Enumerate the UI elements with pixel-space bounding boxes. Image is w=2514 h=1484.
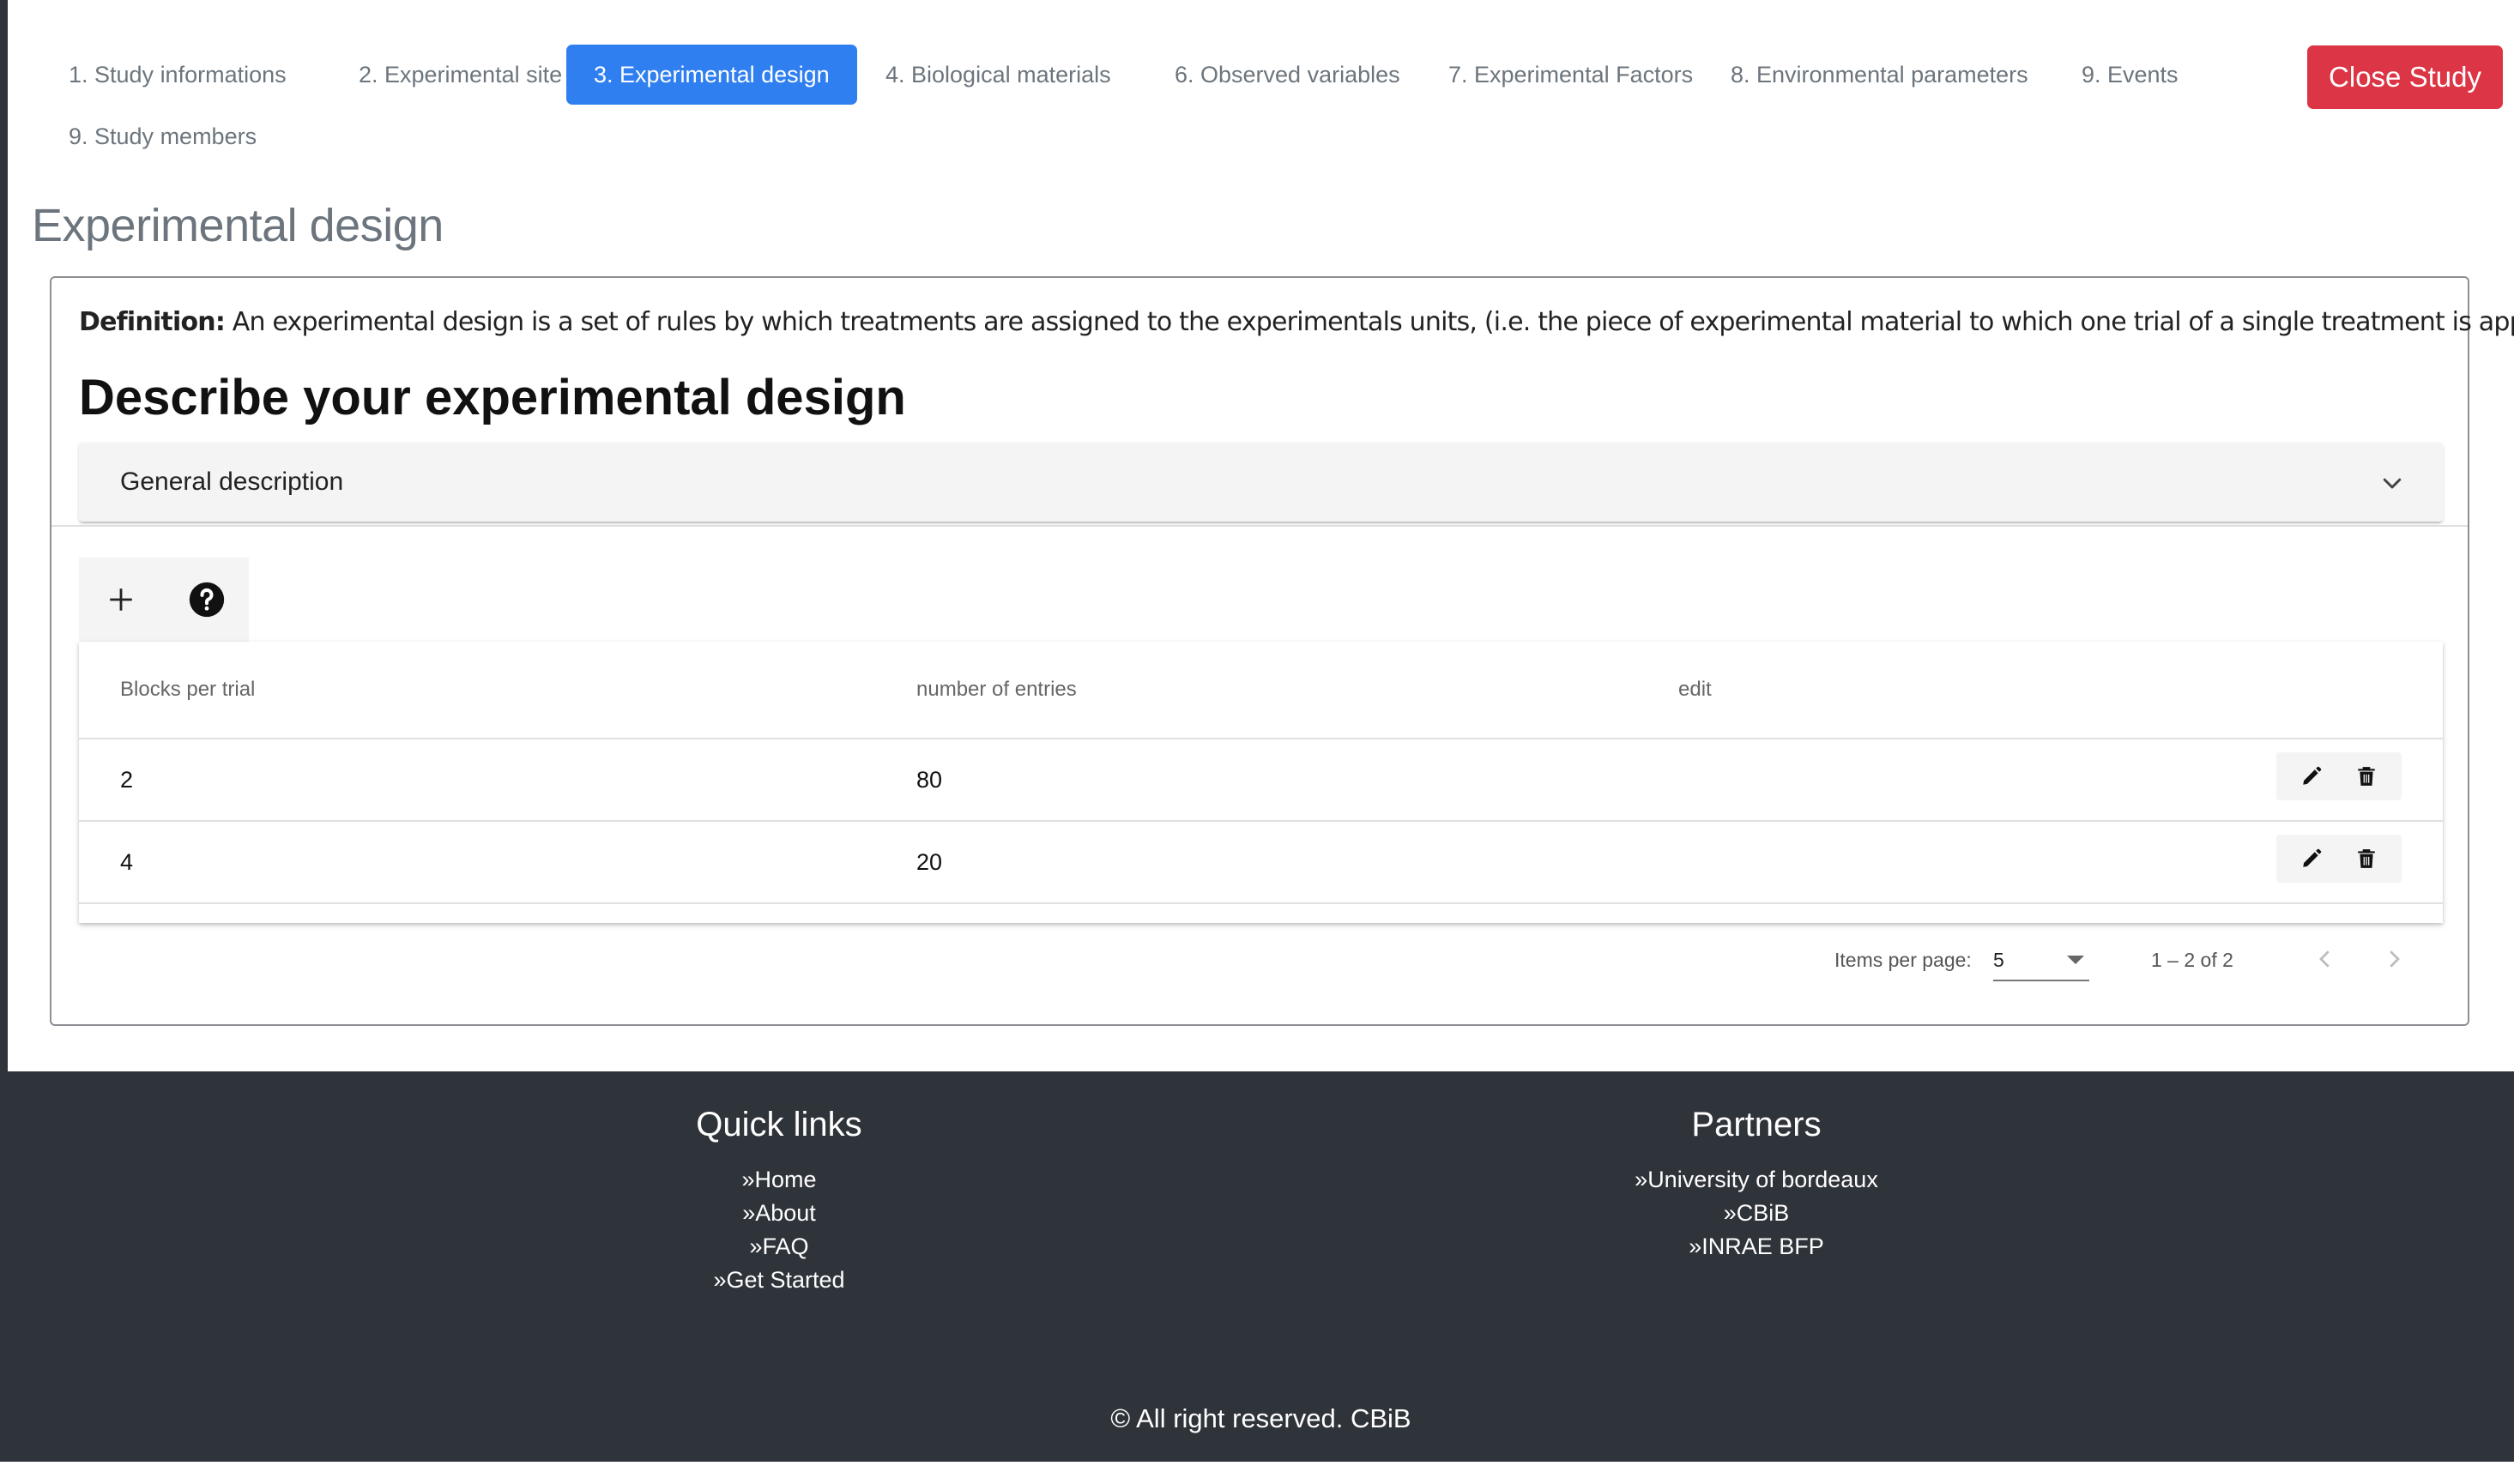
trash-icon: [2358, 849, 2375, 868]
help-button[interactable]: [181, 574, 233, 625]
expansion-panel-title: General description: [120, 468, 344, 496]
footer-link-home[interactable]: »Home: [522, 1163, 1036, 1197]
footer-link-university-of-bordeaux[interactable]: »University of bordeaux: [1499, 1163, 2014, 1197]
left-edge-bar: [0, 0, 8, 1462]
definition-label: Definition:: [79, 307, 226, 337]
cell-entries: 20: [916, 849, 943, 875]
pencil-icon: [2303, 766, 2322, 785]
tab-experimental-site[interactable]: 2. Experimental site: [331, 45, 589, 105]
table-paginator: Items per page: 5 1 – 2 of 2: [51, 923, 2468, 1000]
table-toolbar: [79, 558, 249, 642]
trash-icon: [2358, 767, 2375, 786]
row-actions: [2276, 752, 2402, 800]
next-page-button[interactable]: [2375, 940, 2413, 978]
tab-biological-materials[interactable]: 4. Biological materials: [858, 45, 1139, 105]
items-per-page-label: Items per page:: [1834, 949, 1972, 971]
tab-events[interactable]: 9. Events: [2054, 45, 2206, 105]
chevron-left-icon: [2319, 950, 2330, 968]
table-row: 2 80: [79, 739, 2443, 822]
edit-button[interactable]: [2298, 845, 2325, 872]
partners-title: Partners: [1691, 1106, 1822, 1143]
column-header-entries[interactable]: number of entries: [916, 642, 1077, 738]
table-row: 4 20: [79, 822, 2443, 904]
experimental-design-card: Definition: An experimental design is a …: [50, 276, 2514, 1026]
previous-page-button[interactable]: [2306, 940, 2344, 978]
delete-button[interactable]: [2353, 763, 2380, 790]
partners-section: Partners »University of bordeaux »CBiB »…: [1499, 1106, 2014, 1264]
cell-blocks: 4: [120, 849, 134, 875]
edit-button[interactable]: [2298, 763, 2325, 790]
page-range-label: 1 – 2 of 2: [2151, 949, 2233, 971]
site-footer: Quick links »Home »About »FAQ »Get Start…: [8, 1071, 2514, 1462]
footer-link-about[interactable]: »About: [522, 1197, 1036, 1230]
column-header-blocks[interactable]: Blocks per trial: [120, 642, 255, 738]
chevron-right-icon: [2390, 950, 2400, 968]
table-header: Blocks per trial number of entries edit: [79, 642, 2443, 739]
cell-blocks: 2: [120, 767, 134, 793]
design-table: Blocks per trial number of entries edit …: [79, 642, 2443, 923]
definition-body: An experimental design is a set of rules…: [225, 307, 2514, 337]
row-actions: [2276, 835, 2402, 883]
copyright-text: © All right reserved. CBiB: [1110, 1403, 1411, 1433]
quick-links-title: Quick links: [696, 1106, 862, 1143]
tab-experimental-factors[interactable]: 7. Experimental Factors: [1421, 45, 1720, 105]
footer-link-inrae-bfp[interactable]: »INRAE BFP: [1499, 1230, 2014, 1264]
tab-observed-variables[interactable]: 6. Observed variables: [1147, 45, 1428, 105]
footer-link-cbib[interactable]: »CBiB: [1499, 1197, 2014, 1230]
question-circle-icon: [189, 582, 225, 618]
pencil-icon: [2303, 848, 2322, 867]
general-description-panel[interactable]: General description: [79, 443, 2443, 522]
plus-icon: [110, 588, 132, 611]
tab-environmental-parameters[interactable]: 8. Environmental parameters: [1703, 45, 2056, 105]
chevron-down-icon: [2383, 478, 2402, 489]
page-title: Experimental design: [32, 200, 444, 251]
quick-links-section: Quick links »Home »About »FAQ »Get Start…: [522, 1106, 1036, 1297]
tab-study-informations[interactable]: 1. Study informations: [41, 45, 314, 105]
definition-text: Definition: An experimental design is a …: [79, 307, 2514, 337]
tab-experimental-design[interactable]: 3. Experimental design: [566, 45, 857, 105]
delete-button[interactable]: [2353, 845, 2380, 872]
section-heading: Describe your experimental design: [79, 370, 906, 425]
footer-link-faq[interactable]: »FAQ: [522, 1230, 1036, 1264]
items-per-page-select[interactable]: 5: [1993, 942, 2089, 981]
cell-entries: 80: [916, 767, 943, 793]
tab-study-members[interactable]: 9. Study members: [41, 106, 284, 166]
footer-link-get-started[interactable]: »Get Started: [522, 1264, 1036, 1297]
close-study-button[interactable]: Close Study: [2307, 45, 2503, 109]
dropdown-caret-icon: [2067, 956, 2084, 964]
column-header-edit: edit: [1678, 678, 1712, 701]
items-per-page-value: 5: [1993, 949, 2004, 971]
divider: [51, 525, 2468, 527]
add-button[interactable]: [95, 574, 147, 625]
